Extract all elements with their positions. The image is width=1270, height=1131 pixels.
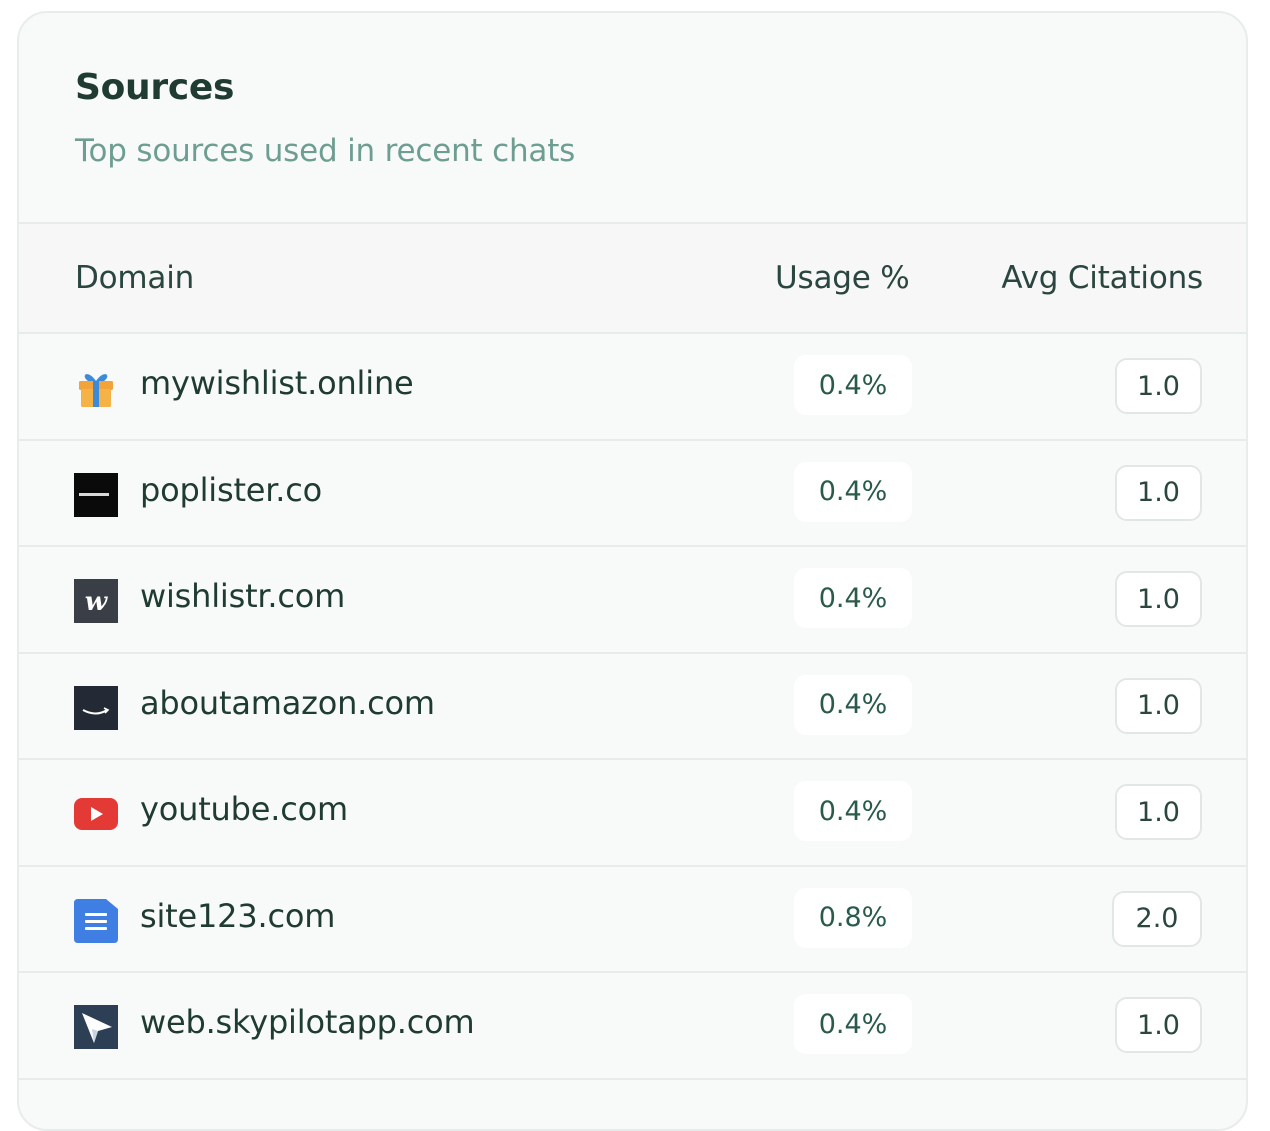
column-header-usage[interactable]: Usage %	[775, 260, 910, 296]
sources-card: Sources Top sources used in recent chats…	[17, 11, 1248, 1131]
table-row[interactable]: w wishlistr.com 0.4% 1.0	[19, 547, 1246, 654]
domain-name[interactable]: poplister.co	[140, 471, 322, 509]
paper-plane-icon	[74, 1005, 118, 1049]
avg-citations-badge: 1.0	[1115, 784, 1202, 840]
usage-value: 0.4%	[794, 355, 912, 415]
table-header: Domain Usage % Avg Citations	[19, 222, 1246, 334]
usage-value: 0.4%	[794, 674, 912, 735]
avg-citations-badge: 1.0	[1115, 997, 1202, 1053]
column-header-domain[interactable]: Domain	[75, 260, 194, 296]
table-row[interactable]: youtube.com 0.4% 1.0	[19, 760, 1246, 867]
youtube-play-icon	[74, 792, 118, 836]
card-subtitle: Top sources used in recent chats	[75, 133, 576, 169]
domain-name[interactable]: youtube.com	[140, 790, 348, 828]
domain-name[interactable]: site123.com	[140, 897, 335, 935]
table-row[interactable]: poplister.co 0.4% 1.0	[19, 440, 1246, 547]
domain-name[interactable]: mywishlist.online	[140, 364, 414, 402]
usage-value: 0.4%	[794, 568, 912, 628]
document-icon	[74, 898, 118, 943]
usage-value: 0.4%	[794, 461, 912, 522]
table-row[interactable]: web.skypilotapp.com 0.4% 1.0	[19, 973, 1246, 1080]
avg-citations-badge: 1.0	[1115, 358, 1202, 414]
gift-icon	[74, 366, 118, 410]
svg-text:w: w	[85, 587, 109, 617]
avg-citations-badge: 1.0	[1115, 571, 1202, 627]
avg-citations-badge: 1.0	[1115, 677, 1202, 734]
domain-name[interactable]: wishlistr.com	[140, 577, 345, 615]
amazon-smile-icon	[74, 685, 118, 730]
column-header-avg-citations[interactable]: Avg Citations	[1001, 260, 1203, 296]
usage-value: 0.4%	[794, 781, 912, 841]
usage-value: 0.4%	[794, 994, 912, 1054]
avg-citations-badge: 2.0	[1112, 890, 1202, 947]
wishlistr-w-icon: w	[74, 579, 118, 623]
domain-name[interactable]: aboutamazon.com	[140, 684, 435, 722]
poplister-logo-icon	[74, 472, 118, 517]
table-row[interactable]: aboutamazon.com 0.4% 1.0	[19, 653, 1246, 760]
card-header: Sources Top sources used in recent chats	[19, 13, 1246, 222]
table-row[interactable]: mywishlist.online 0.4% 1.0	[19, 334, 1246, 441]
usage-value: 0.8%	[794, 887, 912, 948]
domain-name[interactable]: web.skypilotapp.com	[140, 1003, 475, 1041]
card-title: Sources	[75, 67, 235, 108]
avg-citations-badge: 1.0	[1115, 464, 1202, 521]
table-row[interactable]: site123.com 0.8% 2.0	[19, 866, 1246, 973]
